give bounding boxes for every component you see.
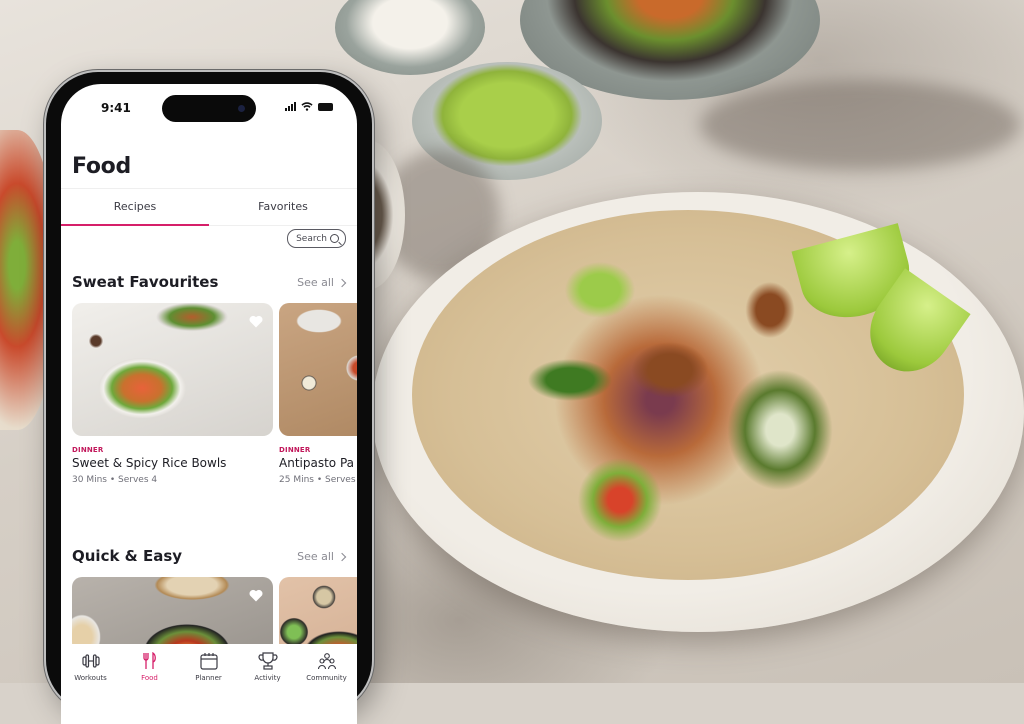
nav-label: Workouts: [74, 674, 107, 682]
heart-icon[interactable]: [249, 589, 263, 602]
tab-favorites[interactable]: Favorites: [209, 189, 357, 225]
wifi-icon: [301, 102, 313, 111]
nav-label: Planner: [195, 674, 222, 682]
chevron-right-icon: [337, 278, 347, 287]
phone-mockup: 9:41 Food Recipes Favorites Search Sweat…: [46, 72, 372, 724]
recipe-card[interactable]: DINNER Antipasto Pa 25 Mins • Serves 3: [279, 303, 357, 485]
see-all-label: See all: [297, 276, 334, 289]
status-bar: 9:41: [61, 84, 357, 128]
recipe-meta: 25 Mins • Serves 3: [279, 475, 357, 485]
see-all-link[interactable]: See all: [297, 276, 347, 289]
section-title: Quick & Easy: [72, 547, 183, 565]
nav-label: Food: [141, 674, 158, 682]
battery-icon: [318, 102, 333, 111]
calendar-icon: [199, 653, 218, 670]
nav-label: Activity: [254, 674, 281, 682]
trophy-icon: [258, 652, 277, 670]
status-icons: [285, 102, 333, 111]
search-icon: [330, 234, 339, 243]
see-all-label: See all: [297, 550, 334, 563]
bottom-navigation: Workouts Food Planner Activity Community: [61, 644, 357, 724]
recipe-category: DINNER: [279, 446, 311, 454]
app-screen: 9:41 Food Recipes Favorites Search Sweat…: [61, 84, 357, 724]
nav-activity[interactable]: Activity: [238, 652, 297, 682]
heart-icon[interactable]: [249, 315, 263, 328]
fork-knife-icon: [142, 652, 156, 669]
active-tab-indicator: [61, 224, 209, 226]
section-title: Sweat Favourites: [72, 273, 219, 291]
search-button[interactable]: Search: [287, 229, 346, 248]
sour-cream-bowl: [335, 0, 485, 75]
signal-icon: [285, 102, 296, 111]
tab-bar-top: Recipes Favorites: [61, 188, 357, 226]
recipe-image: [72, 303, 273, 436]
nav-label: Community: [306, 674, 347, 682]
dynamic-island: [162, 95, 256, 122]
recipe-name: Antipasto Pa: [279, 456, 354, 470]
nav-food[interactable]: Food: [120, 652, 179, 682]
people-icon: [317, 653, 336, 670]
recipe-name: Sweet & Spicy Rice Bowls: [72, 456, 227, 470]
see-all-link[interactable]: See all: [297, 550, 347, 563]
search-label: Search: [296, 233, 327, 244]
status-time: 9:41: [101, 101, 131, 115]
nav-community[interactable]: Community: [297, 652, 356, 682]
recipe-category: DINNER: [72, 446, 104, 454]
recipe-meta: 30 Mins • Serves 4: [72, 475, 158, 485]
recipe-card[interactable]: DINNER Sweet & Spicy Rice Bowls 30 Mins …: [72, 303, 273, 485]
tab-recipes[interactable]: Recipes: [61, 189, 209, 225]
camera-icon: [238, 105, 245, 112]
dumbbell-icon: [81, 654, 100, 668]
page-title: Food: [72, 154, 131, 179]
nav-workouts[interactable]: Workouts: [61, 652, 120, 682]
chevron-right-icon: [337, 552, 347, 561]
nav-planner[interactable]: Planner: [179, 652, 238, 682]
recipe-image: [279, 303, 357, 436]
